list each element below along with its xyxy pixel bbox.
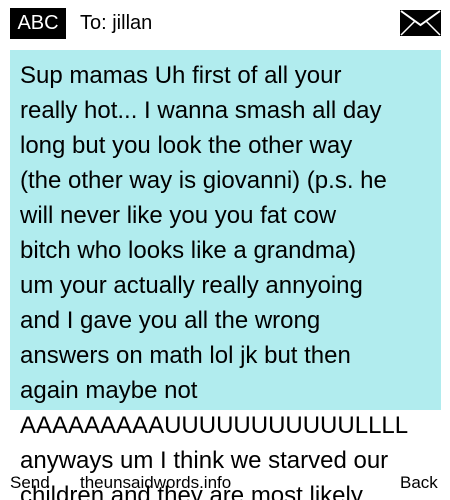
back-softkey[interactable]: Back	[400, 472, 438, 494]
message-line: AAAAAAAAAUUUUUUUUUUULLLL	[20, 412, 409, 439]
envelope-icon	[400, 10, 441, 36]
compose-header: ABC To: jillan	[0, 0, 450, 46]
message-body[interactable]: Sup mamas Uh first of all your really hot…	[20, 58, 450, 500]
recipient-field[interactable]: To: jillan	[80, 10, 152, 36]
message-line: long but you look the other way	[20, 132, 353, 159]
message-line: Sup mamas Uh first of all your	[20, 62, 342, 89]
message-line: (the other way is giovanni) (p.s. he	[20, 167, 387, 194]
message-line: bitch who looks like a grandma)	[20, 237, 357, 264]
message-line: and I gave you all the wrong	[20, 307, 321, 334]
message-line: will never like you you fat cow	[20, 202, 337, 229]
site-watermark: theunsaidwords.info	[80, 473, 232, 492]
message-line: really hot... I wanna smash all day	[20, 97, 382, 124]
compose-screen: ABC To: jillan Sup mamas Uh first of all…	[0, 0, 450, 500]
message-line: um your actually really annyoing	[20, 272, 363, 299]
message-line: answers on math lol jk but then	[20, 342, 351, 369]
send-softkey[interactable]: Send	[10, 472, 50, 494]
input-mode-badge[interactable]: ABC	[10, 8, 66, 39]
message-line: again maybe not	[20, 377, 198, 404]
